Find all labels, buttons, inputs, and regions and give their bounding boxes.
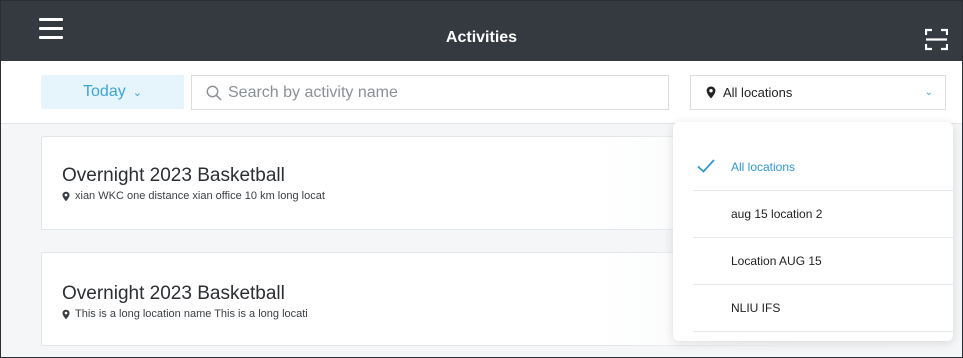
location-option-label: NLIU IFS [731, 301, 781, 315]
location-option-label: Location AUG 15 [731, 254, 822, 268]
location-select[interactable]: All locations ⌄ [690, 75, 946, 110]
location-pin-icon [62, 191, 70, 201]
location-option[interactable]: NLIU IFS [693, 285, 953, 332]
location-pin-icon [706, 86, 716, 99]
app-window: Activities Today ⌄ All locati [0, 0, 963, 358]
location-option[interactable]: Location AUG 15 [693, 238, 953, 285]
location-pin-icon [62, 309, 70, 319]
scan-frame-icon[interactable] [925, 28, 948, 51]
activity-title: Overnight 2023 Basketball [62, 283, 285, 304]
location-select-label: All locations [723, 85, 793, 100]
date-filter-button[interactable]: Today ⌄ [41, 75, 184, 109]
top-header: Activities [1, 1, 962, 61]
activity-location: This is a long location name This is a l… [62, 308, 308, 320]
chevron-down-icon: ⌄ [924, 87, 933, 98]
activity-location: xian WKC one distance xian office 10 km … [62, 190, 325, 202]
location-dropdown: All locations aug 15 location 2 Location… [673, 122, 953, 341]
search-box[interactable] [191, 75, 669, 110]
location-option-label: aug 15 location 2 [731, 207, 823, 221]
page-title: Activities [445, 29, 518, 46]
date-filter-label: Today [83, 83, 126, 100]
location-option-all[interactable]: All locations [693, 144, 953, 191]
activity-title: Overnight 2023 Basketball [62, 165, 285, 186]
search-input[interactable] [228, 83, 658, 102]
activity-location-text: xian WKC one distance xian office 10 km … [75, 190, 325, 202]
checkmark-icon [697, 159, 715, 173]
activity-location-text: This is a long location name This is a l… [75, 308, 308, 320]
location-option-label: All locations [731, 160, 796, 174]
chevron-down-icon: ⌄ [132, 86, 142, 99]
location-option[interactable]: aug 15 location 2 [693, 191, 953, 238]
search-icon [206, 85, 222, 101]
